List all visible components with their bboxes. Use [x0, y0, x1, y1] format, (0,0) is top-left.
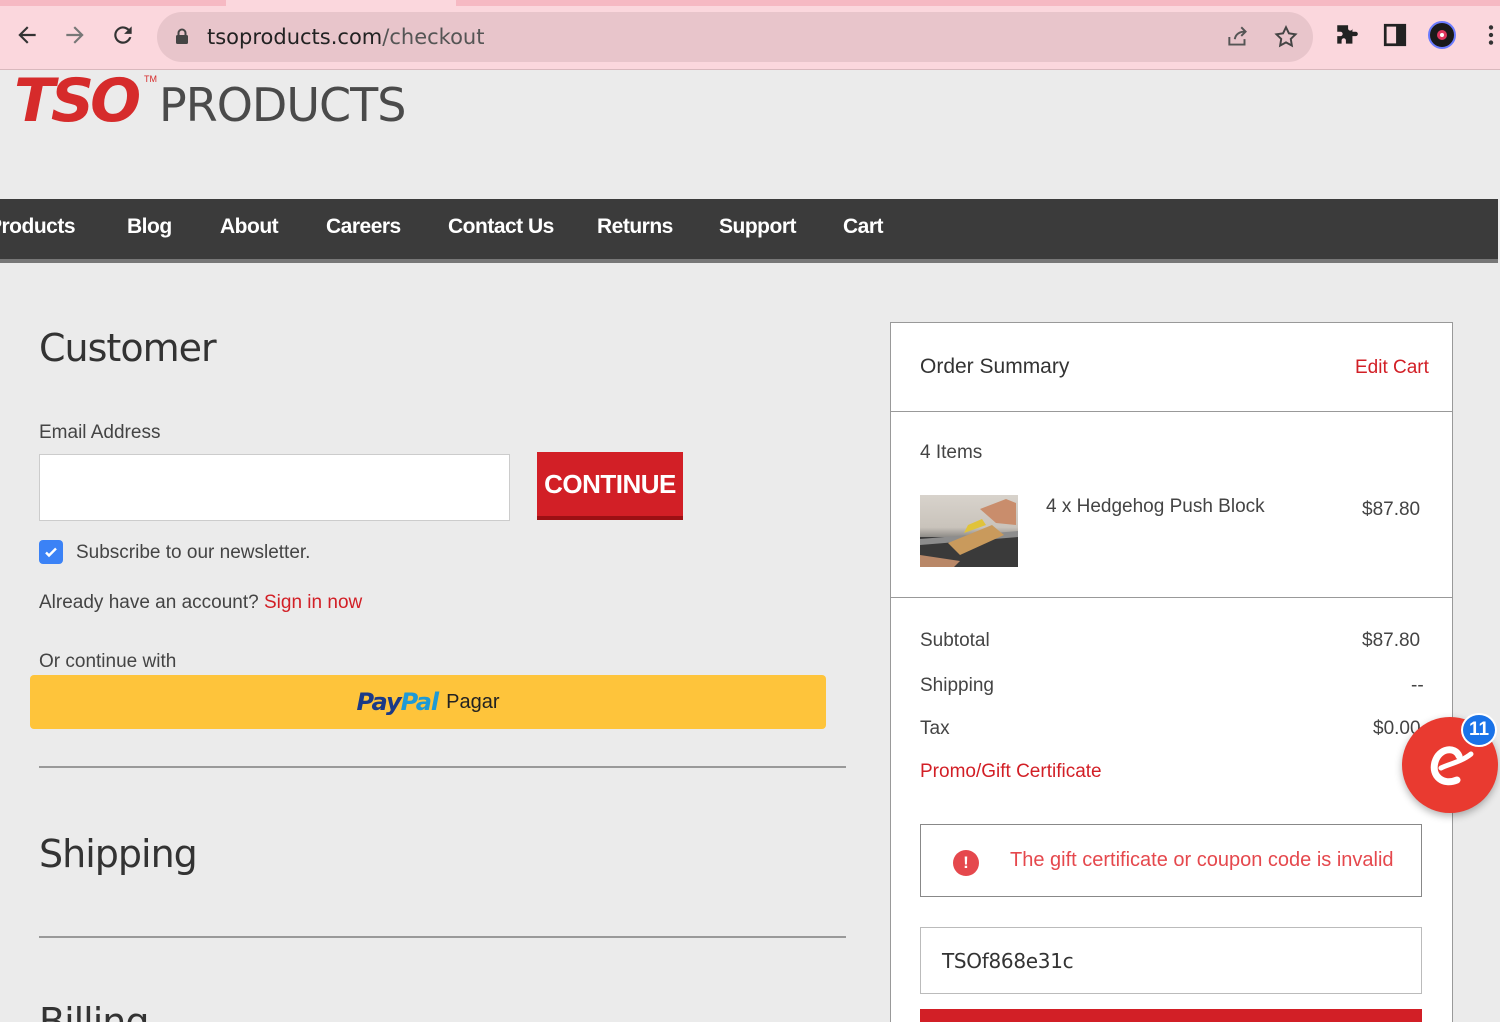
- paypal-logo-pay: Pay: [356, 688, 401, 716]
- side-panel-icon[interactable]: [1382, 22, 1408, 48]
- chat-notification-badge: 11: [1461, 713, 1497, 747]
- reload-icon[interactable]: [106, 18, 140, 52]
- main-navigation: Products Blog About Careers Contact Us R…: [0, 199, 1498, 263]
- url-host: tsoproducts.com: [207, 25, 383, 49]
- newsletter-checkbox[interactable]: [39, 540, 63, 564]
- shipping-value: --: [1411, 675, 1424, 696]
- address-bar[interactable]: tsoproducts.com/checkout: [157, 12, 1313, 62]
- active-tab[interactable]: [226, 0, 456, 6]
- nav-item-about[interactable]: About: [220, 215, 279, 239]
- logo-mark: TSO: [14, 66, 141, 136]
- paypal-button[interactable]: PayPal Pagar: [30, 675, 826, 729]
- tab-strip: [0, 0, 1500, 6]
- email-label: Email Address: [39, 422, 161, 443]
- kebab-menu-icon[interactable]: [1478, 22, 1500, 48]
- checkmark-icon: [45, 547, 57, 558]
- newsletter-label[interactable]: Subscribe to our newsletter.: [76, 542, 310, 564]
- nav-item-blog[interactable]: Blog: [127, 215, 172, 239]
- logo-trademark: TM: [144, 74, 157, 84]
- promo-gift-link[interactable]: Promo/Gift Certificate: [920, 761, 1102, 783]
- coupon-code-value: TSOf868e31c: [942, 949, 1074, 973]
- product-thumbnail: [920, 495, 1018, 567]
- paypal-logo-pal: Pal: [400, 688, 439, 716]
- paypal-pagar-label: Pagar: [446, 690, 500, 713]
- account-prompt-line: Already have an account? Sign in now: [39, 592, 362, 614]
- account-prompt: Already have an account?: [39, 592, 259, 613]
- summary-divider: [891, 597, 1452, 598]
- nav-item-products[interactable]: Products: [0, 215, 76, 239]
- tax-label: Tax: [920, 718, 950, 739]
- logo-wordmark: PRODUCTS: [159, 78, 406, 132]
- coupon-error-message: The gift certificate or coupon code is i…: [1010, 849, 1394, 871]
- sign-in-link[interactable]: Sign in now: [264, 592, 362, 613]
- bookmark-star-icon[interactable]: [1273, 24, 1299, 50]
- browser-toolbar: tsoproducts.com/checkout: [0, 0, 1500, 70]
- nav-item-cart[interactable]: Cart: [843, 215, 884, 239]
- nav-item-contact-us[interactable]: Contact Us: [448, 215, 554, 239]
- summary-divider: [891, 411, 1452, 412]
- url-path: /checkout: [382, 25, 485, 49]
- profile-avatar-icon[interactable]: [1428, 21, 1456, 49]
- coupon-code-input[interactable]: TSOf868e31c: [920, 927, 1422, 994]
- lock-icon[interactable]: [175, 28, 189, 44]
- customer-heading: Customer: [39, 326, 217, 370]
- subtotal-label: Subtotal: [920, 630, 990, 651]
- error-info-icon: !: [953, 850, 979, 876]
- continue-button[interactable]: CONTINUE: [537, 452, 683, 520]
- nav-item-careers[interactable]: Careers: [326, 215, 401, 239]
- items-count: 4 Items: [920, 442, 983, 463]
- shipping-heading: Shipping: [39, 832, 198, 876]
- shipping-label: Shipping: [920, 675, 994, 696]
- back-arrow-icon[interactable]: [10, 18, 44, 52]
- line-item-name: 4 x Hedgehog Push Block: [1046, 496, 1265, 517]
- email-field[interactable]: [39, 454, 510, 521]
- nav-item-support[interactable]: Support: [719, 215, 796, 239]
- url-text[interactable]: tsoproducts.com/checkout: [207, 25, 484, 49]
- or-continue-label: Or continue with: [39, 651, 177, 672]
- order-summary-title: Order Summary: [920, 355, 1070, 378]
- section-divider: [39, 936, 846, 938]
- share-icon[interactable]: [1225, 24, 1251, 50]
- billing-heading: Billing: [39, 1000, 150, 1022]
- apply-coupon-button[interactable]: [920, 1009, 1422, 1022]
- edit-cart-link[interactable]: Edit Cart: [1355, 357, 1429, 379]
- line-item-price: $87.80: [1362, 499, 1421, 520]
- subtotal-value: $87.80: [1362, 630, 1421, 651]
- extensions-puzzle-icon[interactable]: [1334, 22, 1360, 48]
- paypal-logo: PayPal: [356, 688, 439, 716]
- section-divider: [39, 766, 846, 768]
- nav-item-returns[interactable]: Returns: [597, 215, 673, 239]
- forward-arrow-icon[interactable]: [58, 18, 92, 52]
- coupon-error-alert: ! The gift certificate or coupon code is…: [920, 824, 1422, 897]
- order-summary-panel: Order Summary Edit Cart 4 Items 4 x Hedg…: [890, 322, 1453, 1022]
